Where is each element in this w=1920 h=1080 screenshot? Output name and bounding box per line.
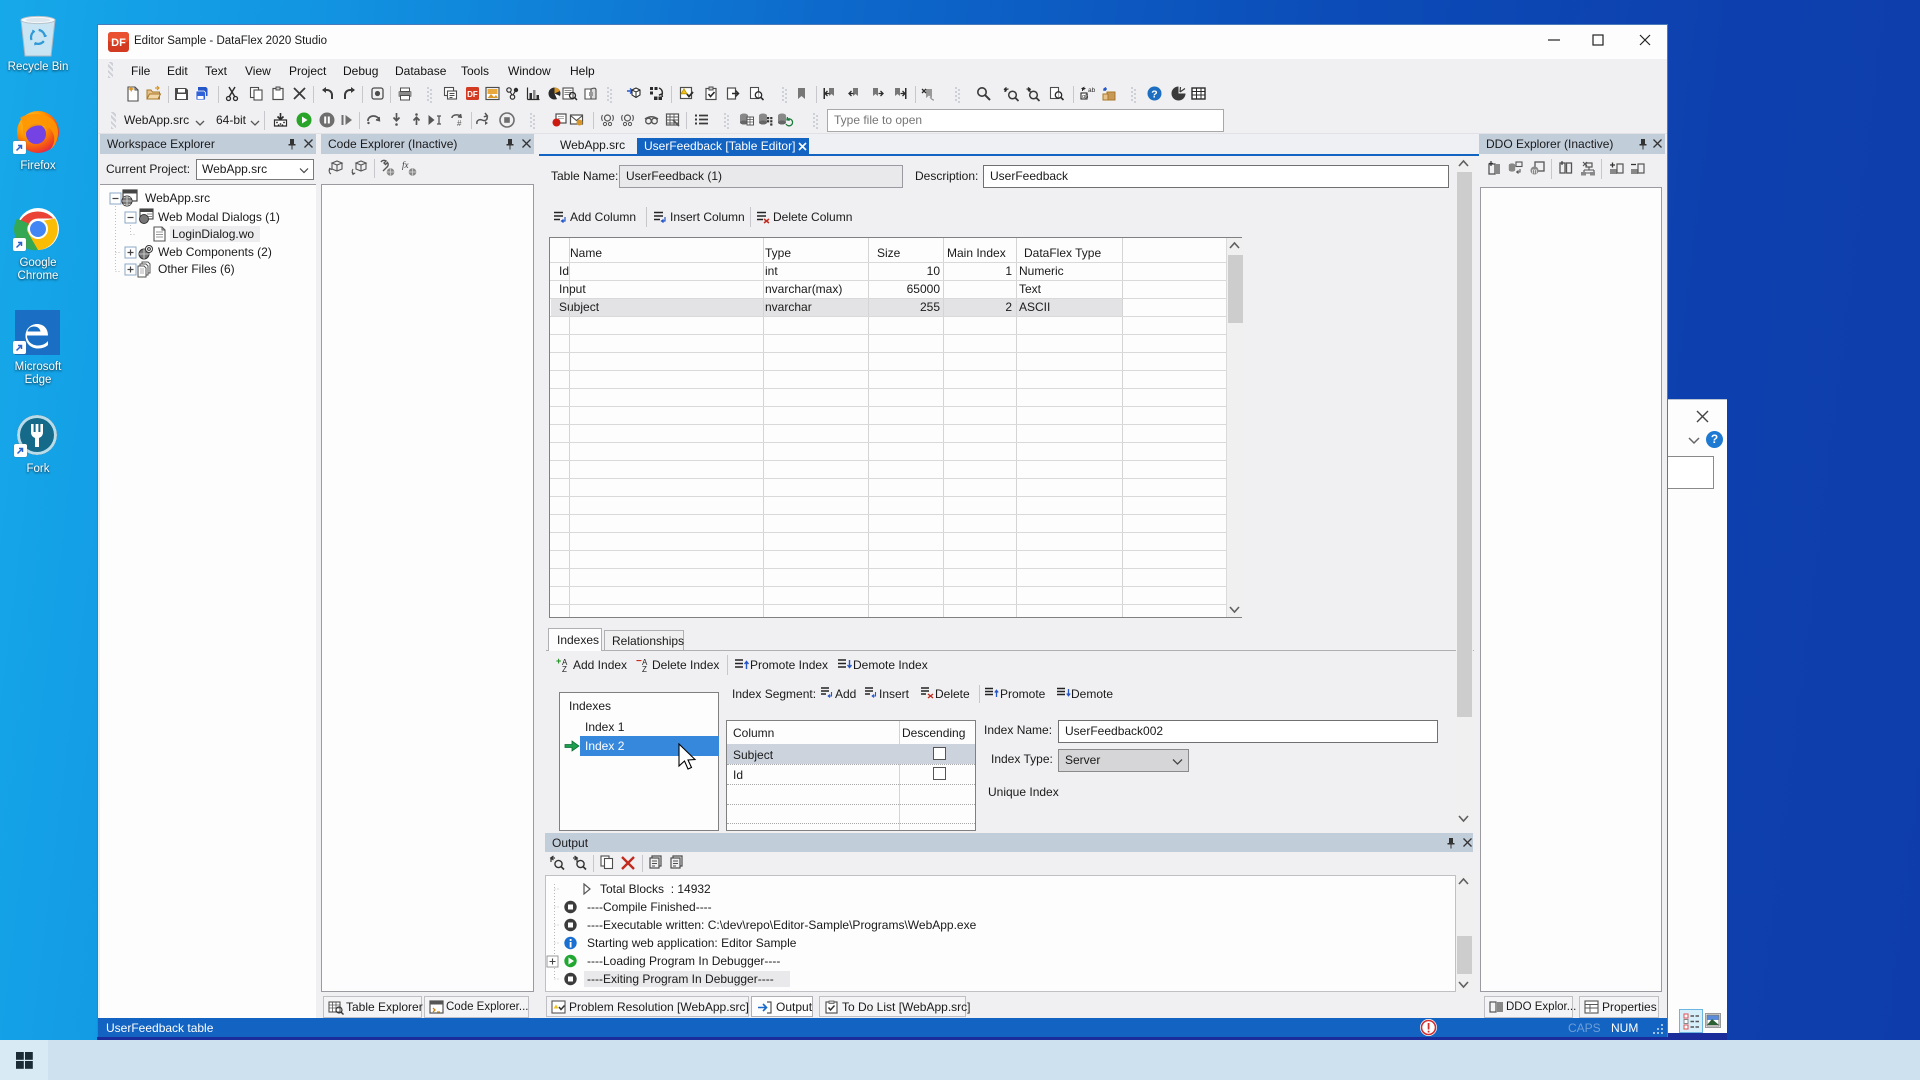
svg-text:DF: DF <box>111 37 126 49</box>
svg-text:ab: ab <box>1088 87 1096 94</box>
svg-text:αβ: αβ <box>1082 94 1088 100</box>
svg-text:m: m <box>1532 169 1538 176</box>
svg-text:+: + <box>556 656 561 666</box>
svg-text:?: ? <box>1151 89 1157 101</box>
svg-text:Z: Z <box>642 665 647 672</box>
svg-text:Z: Z <box>562 665 567 672</box>
svg-text:fx: fx <box>402 160 409 170</box>
svg-text:#: # <box>457 119 462 128</box>
svg-text:DF: DF <box>467 90 478 99</box>
